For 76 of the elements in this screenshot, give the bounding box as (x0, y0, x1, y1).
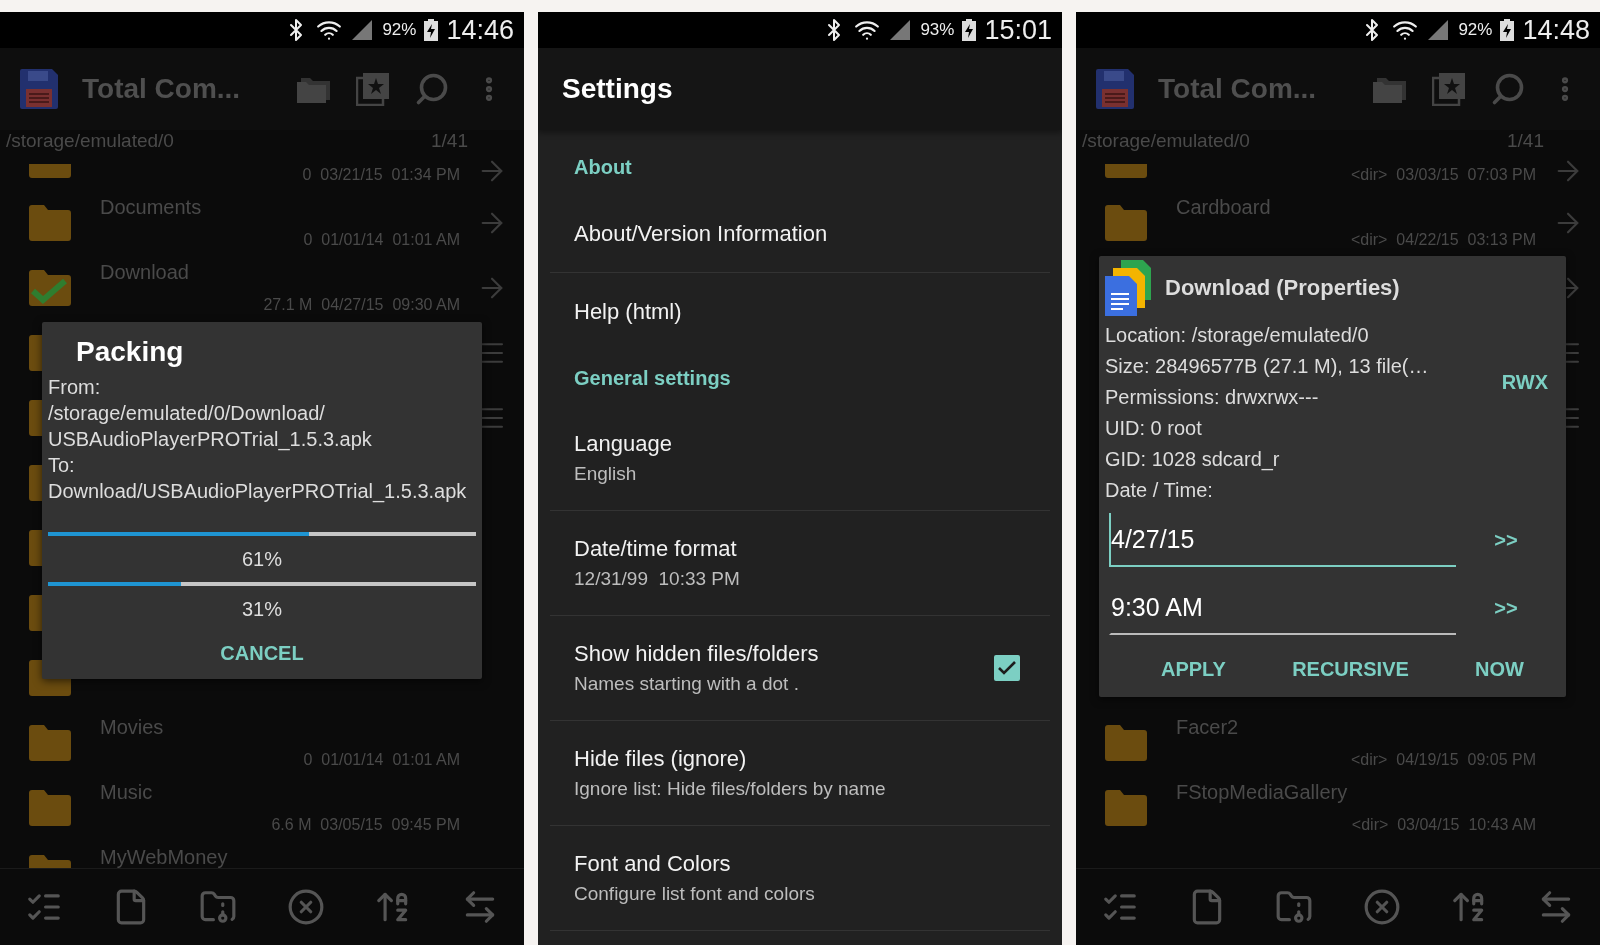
progress-percent: 31% (242, 597, 282, 622)
setting-title[interactable]: About/Version Information (574, 220, 1020, 247)
battery-icon (1500, 19, 1515, 41)
section-header: General settings (574, 367, 731, 390)
setting-description: Configure list font and colors (574, 883, 816, 905)
app-title: Total Com... (82, 73, 242, 105)
file-count: 1/41 (431, 130, 468, 152)
signal-icon (1426, 18, 1451, 42)
setting-title[interactable]: Date/time format (574, 536, 1020, 562)
file-meta: <dir> 04/22/15 03:13 PM (1351, 231, 1536, 249)
property-text: Size: 28496577B (27.1 M), 13 file(… (1105, 354, 1430, 379)
clock-time: 15:01 (984, 14, 1052, 46)
close-circle-icon[interactable] (1362, 888, 1401, 926)
signal-icon (888, 18, 913, 42)
dialog-button[interactable]: APPLY (1149, 648, 1238, 691)
progress-percent: 61% (242, 547, 282, 572)
picker-button[interactable]: >> (1482, 586, 1530, 630)
file-meta: 0 03/21/15 01:34 PM (302, 166, 460, 184)
check-icon (998, 661, 1016, 675)
dialog-text: To: (47, 453, 76, 478)
app-title: Total Com... (1158, 73, 1318, 105)
file-meta: 6.6 M 03/05/15 09:45 PM (271, 816, 460, 834)
file-count: 1/41 (1507, 130, 1544, 152)
clock-time: 14:48 (1522, 14, 1590, 46)
battery-icon (962, 19, 977, 41)
battery-percent: 92% (1458, 20, 1493, 40)
file-meta: <dir> 03/04/15 10:43 AM (1351, 816, 1536, 834)
file-meta: <dir> 03/03/15 07:03 PM (1351, 166, 1536, 184)
property-text: Location: /storage/emulated/0 (1105, 323, 1370, 348)
battery-icon (424, 19, 439, 41)
file-meta: 0 01/01/14 01:01 AM (303, 231, 460, 249)
search-icon[interactable] (414, 71, 450, 107)
file-meta: 27.1 M 04/27/15 09:30 AM (263, 296, 460, 314)
setting-title[interactable]: Hide files (ignore) (574, 746, 1020, 772)
dialog-button[interactable]: CANCEL (208, 632, 316, 675)
signal-icon (350, 18, 375, 42)
property-text: UID: 0 root (1105, 416, 1203, 441)
dialog-text: Download/USBAudioPlayerPROTrial_1.5.3.apk (47, 479, 468, 504)
dialog-button[interactable]: RECURSIVE (1280, 648, 1421, 691)
battery-percent: 92% (382, 20, 417, 40)
section-header: About (574, 156, 632, 179)
dialog-title: Download (Properties) (1165, 275, 1400, 301)
setting-description: Ignore list: Hide files/folders by name (574, 778, 887, 800)
text-field[interactable]: 9:30 AM (1109, 581, 1456, 635)
screen-title: Settings (562, 73, 673, 105)
property-text: GID: 1028 sdcard_r (1105, 447, 1281, 473)
dialog-text: /storage/emulated/0/Download/ (47, 401, 326, 426)
setting-title[interactable]: Font and Colors (574, 851, 1020, 877)
file-meta: 0 01/01/14 01:01 AM (303, 751, 460, 769)
setting-title[interactable]: Show hidden files/folders (574, 641, 994, 667)
checkbox[interactable] (994, 655, 1020, 681)
setting-description: English (574, 463, 638, 485)
permissions-button[interactable]: RWX (1489, 360, 1560, 404)
dialog-text: USBAudioPlayerPROTrial_1.5.3.apk (47, 427, 373, 452)
dialog-text: From: (47, 375, 102, 400)
text-field[interactable]: 4/27/15 (1109, 513, 1456, 567)
setting-description: Names starting with a dot . (574, 673, 800, 695)
clock-time: 14:46 (446, 14, 514, 46)
zip-folder-icon[interactable] (1275, 888, 1314, 926)
search-icon[interactable] (1490, 71, 1526, 107)
zip-folder-icon[interactable] (199, 888, 238, 926)
setting-description: 12/31/99 10:33 PM (574, 568, 741, 590)
battery-percent: 93% (920, 20, 955, 40)
current-path: /storage/emulated/0 (1082, 130, 1250, 152)
current-path: /storage/emulated/0 (6, 130, 174, 152)
property-text: Permissions: drwxrwx--- (1105, 385, 1320, 410)
setting-title[interactable]: Help (html) (574, 298, 1020, 325)
property-text: Date / Time: (1105, 478, 1214, 503)
dialog-button[interactable]: NOW (1463, 648, 1536, 691)
setting-title[interactable]: Language (574, 431, 1020, 457)
picker-button[interactable]: >> (1482, 518, 1530, 562)
close-circle-icon[interactable] (286, 888, 325, 926)
dialog-title: Packing (75, 335, 185, 369)
bookmark-star-icon[interactable] (1432, 72, 1466, 106)
file-meta: <dir> 04/19/15 09:05 PM (1351, 751, 1536, 769)
bookmark-star-icon[interactable] (356, 72, 390, 106)
